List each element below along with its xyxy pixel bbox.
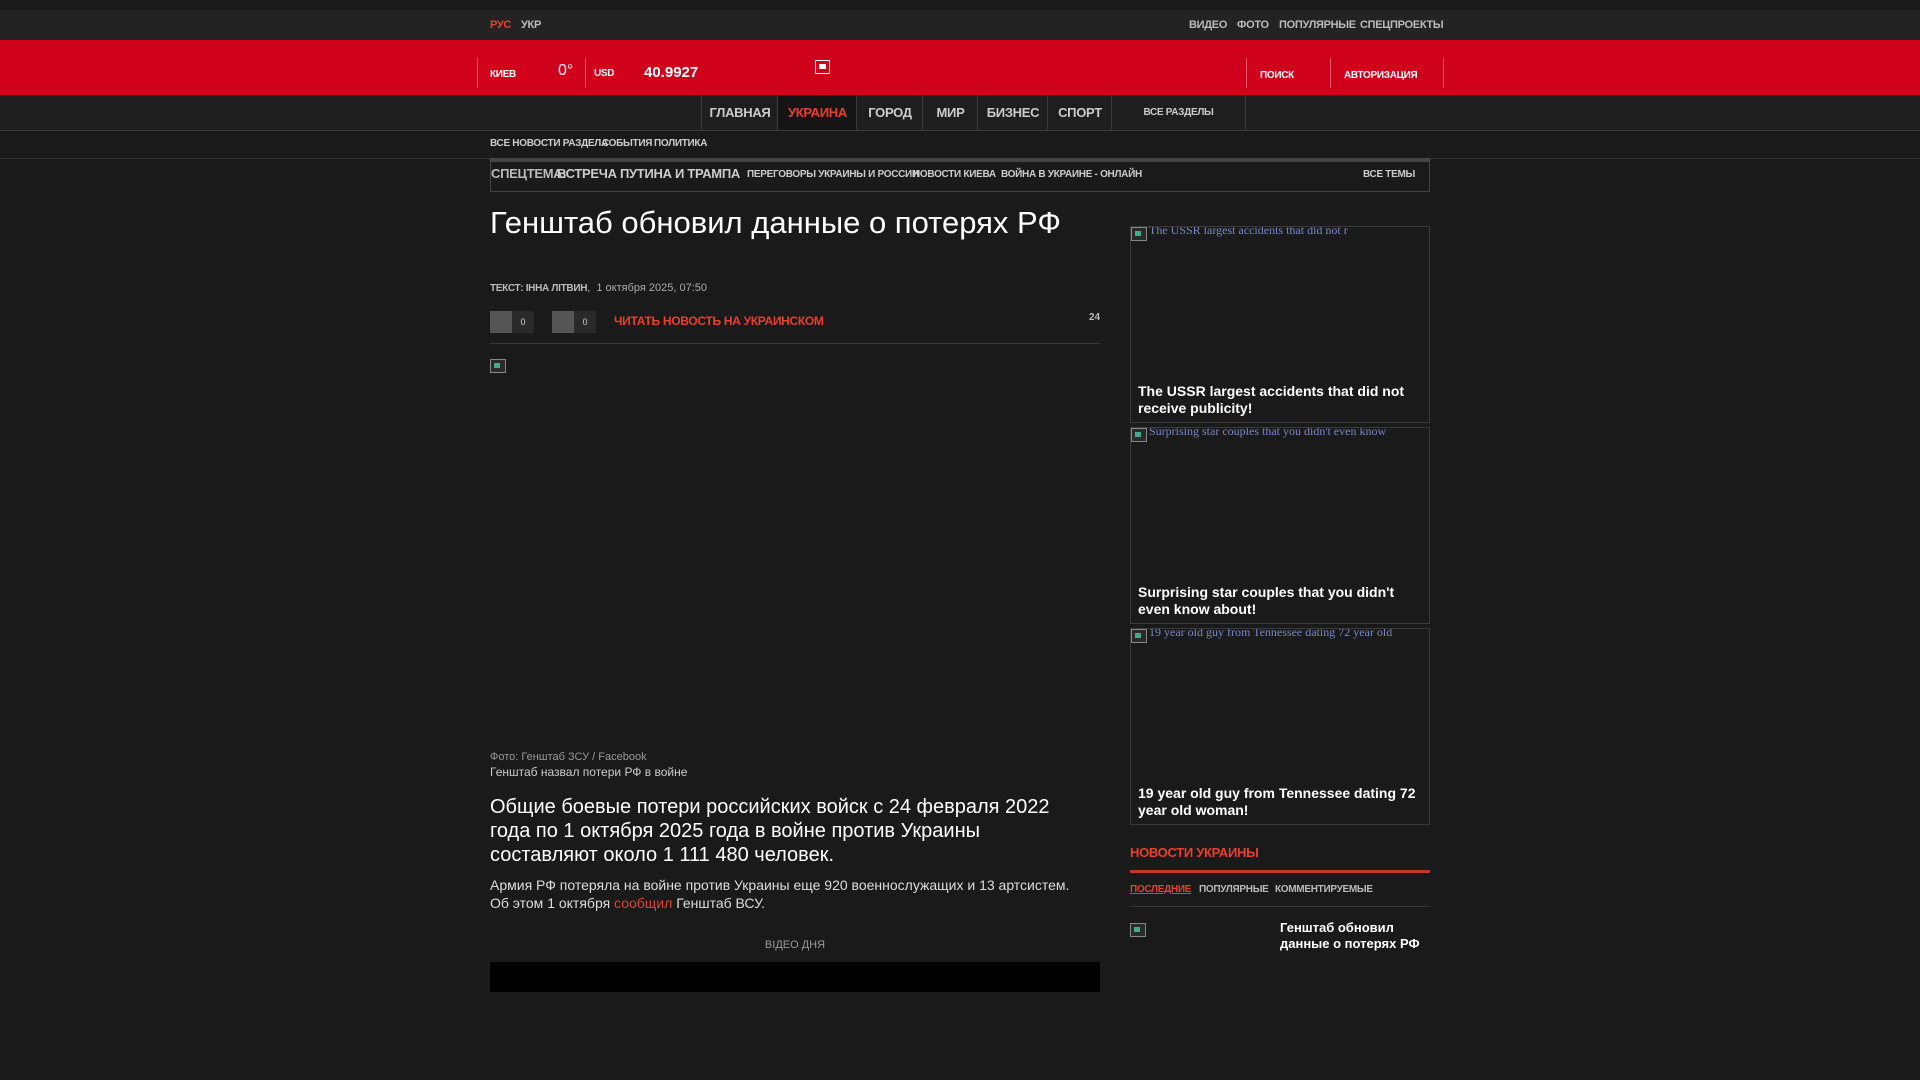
top-link-photo[interactable]: ФОТО: [1237, 19, 1269, 31]
subnav-all-news[interactable]: ВСЕ НОВОСТИ РАЗДЕЛА: [490, 138, 608, 149]
photo-caption: Генштаб назвал потери РФ в войне: [490, 765, 688, 779]
subnav-politics[interactable]: ПОЛИТИКА: [654, 138, 707, 149]
nav-item-city[interactable]: ГОРОД: [856, 95, 923, 130]
lang-ua-link[interactable]: УКР: [521, 19, 541, 31]
section-subnav: ВСЕ НОВОСТИ РАЗДЕЛА СОБЫТИЯ ПОЛИТИКА: [0, 131, 1920, 159]
news-item-title[interactable]: Генштаб обновил данные о потерях РФ: [1280, 920, 1430, 952]
article-date: 1 октября 2025, 07:50: [596, 282, 707, 294]
header-bar: КИЕВ 0° USD 40.9927 ПОИСК АВТОРИЗАЦИЯ: [0, 40, 1920, 95]
divider: [1443, 58, 1444, 88]
nav-item-home[interactable]: ГЛАВНАЯ: [701, 95, 778, 130]
tab-latest[interactable]: ПОСЛЕДНИЕ: [1130, 884, 1191, 895]
video-of-day-label: ВІДЕО ДНЯ: [764, 939, 826, 951]
top-link-video[interactable]: ВИДЕО: [1189, 19, 1227, 31]
promo-title: 19 year old guy from Tennessee dating 72…: [1138, 785, 1416, 818]
article-lead: Общие боевые потери российских войск с 2…: [490, 796, 1050, 866]
twitter-share-icon[interactable]: [552, 311, 574, 333]
nav-item-ukraine[interactable]: УКРАИНА: [777, 95, 857, 130]
photo-credit: Фото: Генштаб ЗСУ / Facebook: [490, 751, 647, 763]
nav-item-world[interactable]: МИР: [922, 95, 978, 130]
spec-topic-row: СПЕЦТЕМА: ВСТРЕЧА ПУТИНА И ТРАМПА ПЕРЕГО…: [490, 162, 1430, 192]
spec-topic-link[interactable]: ВСТРЕЧА ПУТИНА И ТРАМПА: [557, 166, 740, 181]
spec-all-topics[interactable]: ВСЕ ТЕМЫ: [1363, 169, 1415, 180]
heading-underline: [1130, 870, 1430, 873]
image-placeholder-icon: [1131, 428, 1147, 442]
spec-link-kyiv-news[interactable]: НОВОСТИ КИЕВА: [913, 169, 996, 180]
nav-all-sections[interactable]: ВСЕ РАЗДЕЛЫ: [1111, 95, 1246, 130]
top-strip: РУС УКР ВИДЕО ФОТО ПОПУЛЯРНЫЕ СПЕЦПРОЕКТ…: [0, 10, 1920, 40]
news-thumb[interactable]: [1130, 923, 1146, 937]
facebook-share-icon[interactable]: [490, 311, 512, 333]
image-alt-text: The USSR largest accidents that did not …: [1149, 226, 1348, 237]
search-button[interactable]: ПОИСК: [1260, 70, 1294, 81]
temperature: 0°: [558, 62, 574, 79]
share-count: 0: [574, 311, 596, 333]
divider: [490, 343, 1100, 344]
image-placeholder-icon: [1131, 227, 1147, 241]
divider: [1130, 906, 1430, 907]
promo-title: Surprising star couples that you didn't …: [1138, 584, 1395, 617]
subnav-events[interactable]: СОБЫТИЯ: [602, 138, 652, 149]
image-alt-text: 19 year old guy from Tennessee dating 72…: [1149, 628, 1393, 639]
nav-item-business[interactable]: БИЗНЕС: [977, 95, 1048, 130]
top-link-popular[interactable]: ПОПУЛЯРНЫЕ: [1279, 19, 1356, 31]
promo-title: The USSR largest accidents that did not …: [1138, 383, 1405, 416]
image-alt-text: Surprising star couples that you didn't …: [1149, 427, 1387, 438]
main-nav: ГЛАВНАЯ УКРАИНА ГОРОД МИР БИЗНЕС СПОРТ В…: [0, 95, 1920, 131]
article-body: Армия РФ потеряла на войне против Украин…: [490, 877, 1070, 911]
video-player[interactable]: [490, 962, 1100, 992]
share-count: 0: [512, 311, 534, 333]
ukraine-news-heading[interactable]: НОВОСТИ УКРАИНЫ: [1130, 845, 1259, 860]
source-link[interactable]: сообщил: [614, 895, 672, 911]
divider: [1246, 58, 1247, 88]
article-photo: [490, 359, 506, 373]
spec-link-negotiations[interactable]: ПЕРЕГОВОРЫ УКРАИНЫ И РОССИИ: [747, 169, 919, 180]
login-button[interactable]: АВТОРИЗАЦИЯ: [1344, 70, 1418, 81]
top-link-specprojects[interactable]: СПЕЦПРОЕКТЫ: [1360, 19, 1444, 31]
read-ukrainian-link[interactable]: ЧИТАТЬ НОВОСТЬ НА УКРАИНСКОМ: [614, 314, 824, 328]
divider: [477, 58, 478, 88]
currency-rate: 40.9927: [644, 64, 699, 81]
divider: [585, 58, 586, 88]
views-count: 24: [1089, 312, 1101, 323]
nav-item-sport[interactable]: СПОРТ: [1047, 95, 1112, 130]
article-meta: ТЕКСТ: ІННА ЛІТВИН, 1 октября 2025, 07:5…: [490, 282, 707, 294]
spec-label: СПЕЦТЕМА:: [491, 166, 567, 181]
article-title: Генштаб обновил данные о потерях РФ: [490, 205, 1061, 240]
tab-popular[interactable]: ПОПУЛЯРНЫЕ: [1199, 884, 1269, 895]
promo-card[interactable]: The USSR largest accidents that did not …: [1130, 226, 1430, 423]
lang-ru-link[interactable]: РУС: [490, 19, 511, 31]
city-label: КИЕВ: [490, 69, 516, 80]
divider: [1330, 58, 1331, 88]
spec-link-war-online[interactable]: ВОЙНА В УКРАИНЕ - ОНЛАЙН: [1001, 169, 1142, 180]
promo-card[interactable]: Surprising star couples that you didn't …: [1130, 427, 1430, 624]
promo-card[interactable]: 19 year old guy from Tennessee dating 72…: [1130, 628, 1430, 825]
currency-label: USD: [594, 68, 615, 79]
tab-commented[interactable]: КОММЕНТИРУЕМЫЕ: [1275, 884, 1373, 895]
article-author[interactable]: ТЕКСТ: ІННА ЛІТВИН: [490, 283, 587, 294]
logo-image[interactable]: [815, 60, 830, 74]
image-placeholder-icon: [1131, 629, 1147, 643]
